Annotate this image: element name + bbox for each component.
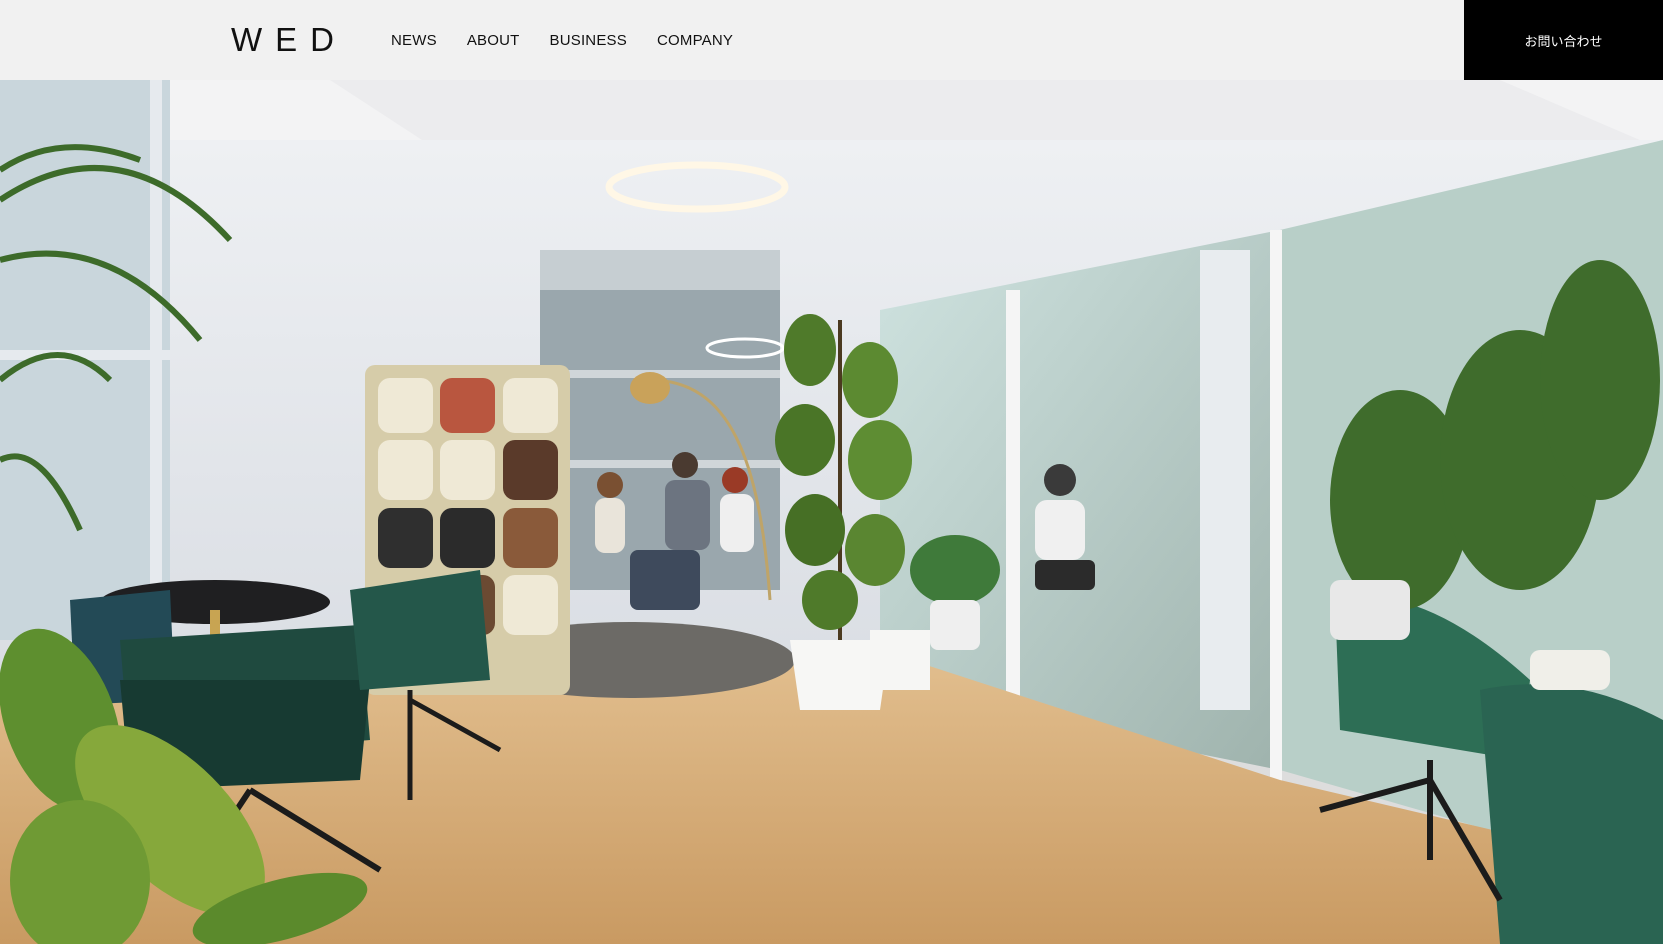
main-nav: NEWS ABOUT BUSINESS COMPANY (391, 0, 763, 80)
site-logo[interactable]: WED (231, 20, 347, 60)
nav-business[interactable]: BUSINESS (550, 32, 627, 49)
nav-news[interactable]: NEWS (391, 32, 437, 49)
hero-image (0, 80, 1663, 944)
nav-company[interactable]: COMPANY (657, 32, 733, 49)
nav-about[interactable]: ABOUT (467, 32, 520, 49)
office-lounge-illustration (0, 80, 1663, 944)
contact-button[interactable]: お問い合わせ (1464, 0, 1663, 80)
site-header: WED NEWS ABOUT BUSINESS COMPANY お問い合わせ (0, 0, 1663, 80)
